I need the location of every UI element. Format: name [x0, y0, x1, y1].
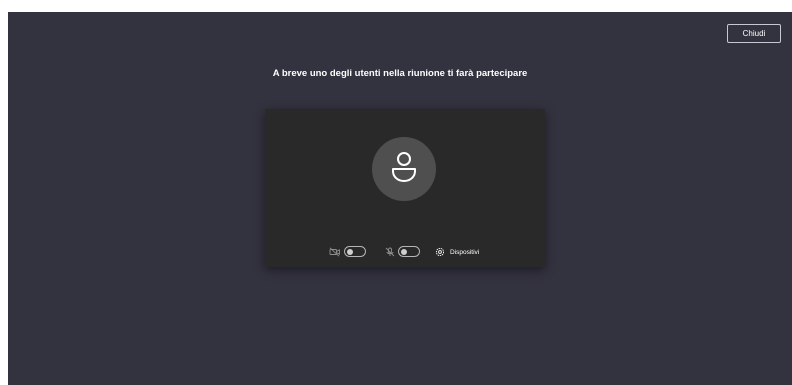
camera-off-icon — [329, 247, 340, 257]
camera-toggle-knob — [347, 248, 353, 255]
devices-label: Dispositivi — [450, 248, 480, 256]
microphone-off-icon — [385, 247, 395, 257]
close-button[interactable]: Chiudi — [727, 24, 781, 43]
preview-controls: Dispositivi — [265, 245, 545, 259]
meeting-lobby: Chiudi A breve uno degli utenti nella ri… — [8, 12, 792, 385]
person-icon — [392, 152, 416, 182]
microphone-toggle[interactable] — [398, 246, 420, 257]
avatar — [372, 137, 436, 201]
video-preview: Dispositivi — [265, 109, 545, 267]
devices-button[interactable]: Dispositivi — [435, 245, 479, 259]
microphone-toggle-knob — [401, 248, 407, 255]
gear-icon — [435, 247, 445, 257]
lobby-message: A breve uno degli utenti nella riunione … — [272, 68, 528, 79]
camera-toggle[interactable] — [344, 246, 366, 257]
